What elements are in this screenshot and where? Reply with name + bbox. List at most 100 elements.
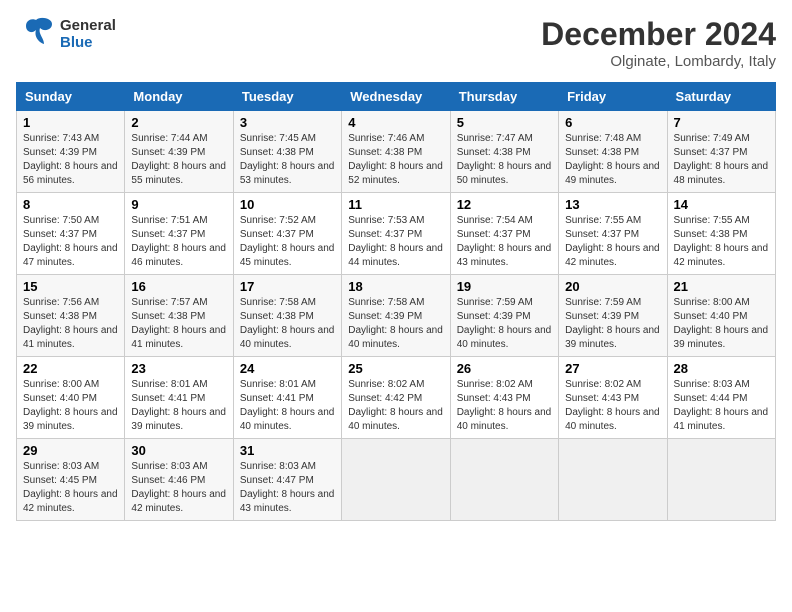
day-number: 9 xyxy=(131,197,226,212)
daylight-line: Daylight: 8 hours and 40 minutes. xyxy=(348,406,443,434)
calendar-cell: 10Sunrise: 7:52 AMSunset: 4:37 PMDayligh… xyxy=(233,193,341,275)
day-number: 11 xyxy=(348,197,443,212)
dow-header-thursday: Thursday xyxy=(450,83,558,111)
dow-header-wednesday: Wednesday xyxy=(342,83,450,111)
calendar-cell: 7Sunrise: 7:49 AMSunset: 4:37 PMDaylight… xyxy=(667,111,775,193)
day-number: 15 xyxy=(23,279,118,294)
sunrise-line: Sunrise: 7:53 AM xyxy=(348,214,443,228)
sunrise-line: Sunrise: 7:48 AM xyxy=(565,132,660,146)
day-detail: Sunrise: 7:58 AMSunset: 4:39 PMDaylight:… xyxy=(348,296,443,352)
day-detail: Sunrise: 7:55 AMSunset: 4:38 PMDaylight:… xyxy=(674,214,769,270)
day-number: 3 xyxy=(240,115,335,130)
daylight-line: Daylight: 8 hours and 39 minutes. xyxy=(674,324,769,352)
sunset-line: Sunset: 4:45 PM xyxy=(23,474,118,488)
sunrise-line: Sunrise: 8:02 AM xyxy=(457,378,552,392)
week-row-1: 1Sunrise: 7:43 AMSunset: 4:39 PMDaylight… xyxy=(17,111,776,193)
daylight-line: Daylight: 8 hours and 49 minutes. xyxy=(565,160,660,188)
day-detail: Sunrise: 7:59 AMSunset: 4:39 PMDaylight:… xyxy=(457,296,552,352)
calendar-cell: 14Sunrise: 7:55 AMSunset: 4:38 PMDayligh… xyxy=(667,193,775,275)
daylight-line: Daylight: 8 hours and 40 minutes. xyxy=(240,324,335,352)
day-number: 21 xyxy=(674,279,769,294)
day-detail: Sunrise: 8:01 AMSunset: 4:41 PMDaylight:… xyxy=(131,378,226,434)
day-number: 23 xyxy=(131,361,226,376)
calendar-cell: 20Sunrise: 7:59 AMSunset: 4:39 PMDayligh… xyxy=(559,275,667,357)
logo-bird-icon xyxy=(16,16,56,52)
day-detail: Sunrise: 8:02 AMSunset: 4:42 PMDaylight:… xyxy=(348,378,443,434)
calendar-cell: 1Sunrise: 7:43 AMSunset: 4:39 PMDaylight… xyxy=(17,111,125,193)
calendar-cell: 18Sunrise: 7:58 AMSunset: 4:39 PMDayligh… xyxy=(342,275,450,357)
sunrise-line: Sunrise: 8:02 AM xyxy=(565,378,660,392)
calendar-cell xyxy=(450,439,558,521)
sunrise-line: Sunrise: 7:55 AM xyxy=(565,214,660,228)
day-detail: Sunrise: 8:03 AMSunset: 4:47 PMDaylight:… xyxy=(240,460,335,516)
sunrise-line: Sunrise: 7:59 AM xyxy=(457,296,552,310)
day-number: 17 xyxy=(240,279,335,294)
day-number: 25 xyxy=(348,361,443,376)
sunset-line: Sunset: 4:46 PM xyxy=(131,474,226,488)
daylight-line: Daylight: 8 hours and 46 minutes. xyxy=(131,242,226,270)
sunset-line: Sunset: 4:43 PM xyxy=(457,392,552,406)
calendar-cell: 21 Sunrise: 8:00 AMSunset: 4:40 PMDayligh… xyxy=(667,275,775,357)
sunset-line: Sunset: 4:47 PM xyxy=(240,474,335,488)
sunrise-line: Sunrise: 7:51 AM xyxy=(131,214,226,228)
daylight-line: Daylight: 8 hours and 39 minutes. xyxy=(131,406,226,434)
sunset-line: Sunset: 4:41 PM xyxy=(131,392,226,406)
day-detail: Sunrise: 8:01 AMSunset: 4:41 PMDaylight:… xyxy=(240,378,335,434)
sunrise-line: Sunrise: 7:47 AM xyxy=(457,132,552,146)
sunset-line: Sunset: 4:38 PM xyxy=(131,310,226,324)
day-detail: Sunrise: 8:03 AMSunset: 4:45 PMDaylight:… xyxy=(23,460,118,516)
day-detail: Sunrise: 7:58 AMSunset: 4:38 PMDaylight:… xyxy=(240,296,335,352)
day-detail: Sunrise: 8:00 AMSunset: 4:40 PMDaylight:… xyxy=(674,296,769,352)
sunset-line: Sunset: 4:37 PM xyxy=(240,228,335,242)
day-number: 19 xyxy=(457,279,552,294)
sunset-line: Sunset: 4:37 PM xyxy=(131,228,226,242)
week-row-2: 8Sunrise: 7:50 AMSunset: 4:37 PMDaylight… xyxy=(17,193,776,275)
dow-header-tuesday: Tuesday xyxy=(233,83,341,111)
sunset-line: Sunset: 4:39 PM xyxy=(565,310,660,324)
sunset-line: Sunset: 4:37 PM xyxy=(457,228,552,242)
sunset-line: Sunset: 4:37 PM xyxy=(674,146,769,160)
day-number: 26 xyxy=(457,361,552,376)
day-detail: Sunrise: 7:53 AMSunset: 4:37 PMDaylight:… xyxy=(348,214,443,270)
day-number: 30 xyxy=(131,443,226,458)
sunset-line: Sunset: 4:38 PM xyxy=(240,146,335,160)
sunset-line: Sunset: 4:39 PM xyxy=(23,146,118,160)
day-detail: Sunrise: 7:55 AMSunset: 4:37 PMDaylight:… xyxy=(565,214,660,270)
day-detail: Sunrise: 8:02 AMSunset: 4:43 PMDaylight:… xyxy=(457,378,552,434)
calendar-cell: 28Sunrise: 8:03 AMSunset: 4:44 PMDayligh… xyxy=(667,357,775,439)
sunrise-line: Sunrise: 8:03 AM xyxy=(240,460,335,474)
calendar-cell: 17 Sunrise: 7:58 AMSunset: 4:38 PMDayligh… xyxy=(233,275,341,357)
day-number: 29 xyxy=(23,443,118,458)
daylight-line: Daylight: 8 hours and 43 minutes. xyxy=(457,242,552,270)
daylight-line: Daylight: 8 hours and 42 minutes. xyxy=(565,242,660,270)
calendar-cell: 8Sunrise: 7:50 AMSunset: 4:37 PMDaylight… xyxy=(17,193,125,275)
sunset-line: Sunset: 4:38 PM xyxy=(23,310,118,324)
sunrise-line: Sunrise: 8:03 AM xyxy=(674,378,769,392)
sunrise-line: Sunrise: 7:54 AM xyxy=(457,214,552,228)
day-detail: Sunrise: 7:57 AMSunset: 4:38 PMDaylight:… xyxy=(131,296,226,352)
calendar-cell: 2Sunrise: 7:44 AMSunset: 4:39 PMDaylight… xyxy=(125,111,233,193)
sunset-line: Sunset: 4:41 PM xyxy=(240,392,335,406)
daylight-line: Daylight: 8 hours and 50 minutes. xyxy=(457,160,552,188)
sunset-line: Sunset: 4:40 PM xyxy=(674,310,769,324)
sunrise-line: Sunrise: 8:03 AM xyxy=(131,460,226,474)
day-number: 10 xyxy=(240,197,335,212)
sunrise-line: Sunrise: 7:52 AM xyxy=(240,214,335,228)
day-detail: Sunrise: 8:02 AMSunset: 4:43 PMDaylight:… xyxy=(565,378,660,434)
daylight-line: Daylight: 8 hours and 44 minutes. xyxy=(348,242,443,270)
sunrise-line: Sunrise: 8:01 AM xyxy=(240,378,335,392)
sunset-line: Sunset: 4:37 PM xyxy=(348,228,443,242)
day-number: 2 xyxy=(131,115,226,130)
daylight-line: Daylight: 8 hours and 52 minutes. xyxy=(348,160,443,188)
daylight-line: Daylight: 8 hours and 39 minutes. xyxy=(565,324,660,352)
sunrise-line: Sunrise: 7:44 AM xyxy=(131,132,226,146)
sunset-line: Sunset: 4:38 PM xyxy=(240,310,335,324)
calendar-cell: 12Sunrise: 7:54 AMSunset: 4:37 PMDayligh… xyxy=(450,193,558,275)
day-detail: Sunrise: 7:43 AMSunset: 4:39 PMDaylight:… xyxy=(23,132,118,188)
daylight-line: Daylight: 8 hours and 40 minutes. xyxy=(565,406,660,434)
dow-header-monday: Monday xyxy=(125,83,233,111)
week-row-4: 22Sunrise: 8:00 AMSunset: 4:40 PMDayligh… xyxy=(17,357,776,439)
calendar-cell xyxy=(342,439,450,521)
sunset-line: Sunset: 4:39 PM xyxy=(348,310,443,324)
sunrise-line: Sunrise: 7:49 AM xyxy=(674,132,769,146)
